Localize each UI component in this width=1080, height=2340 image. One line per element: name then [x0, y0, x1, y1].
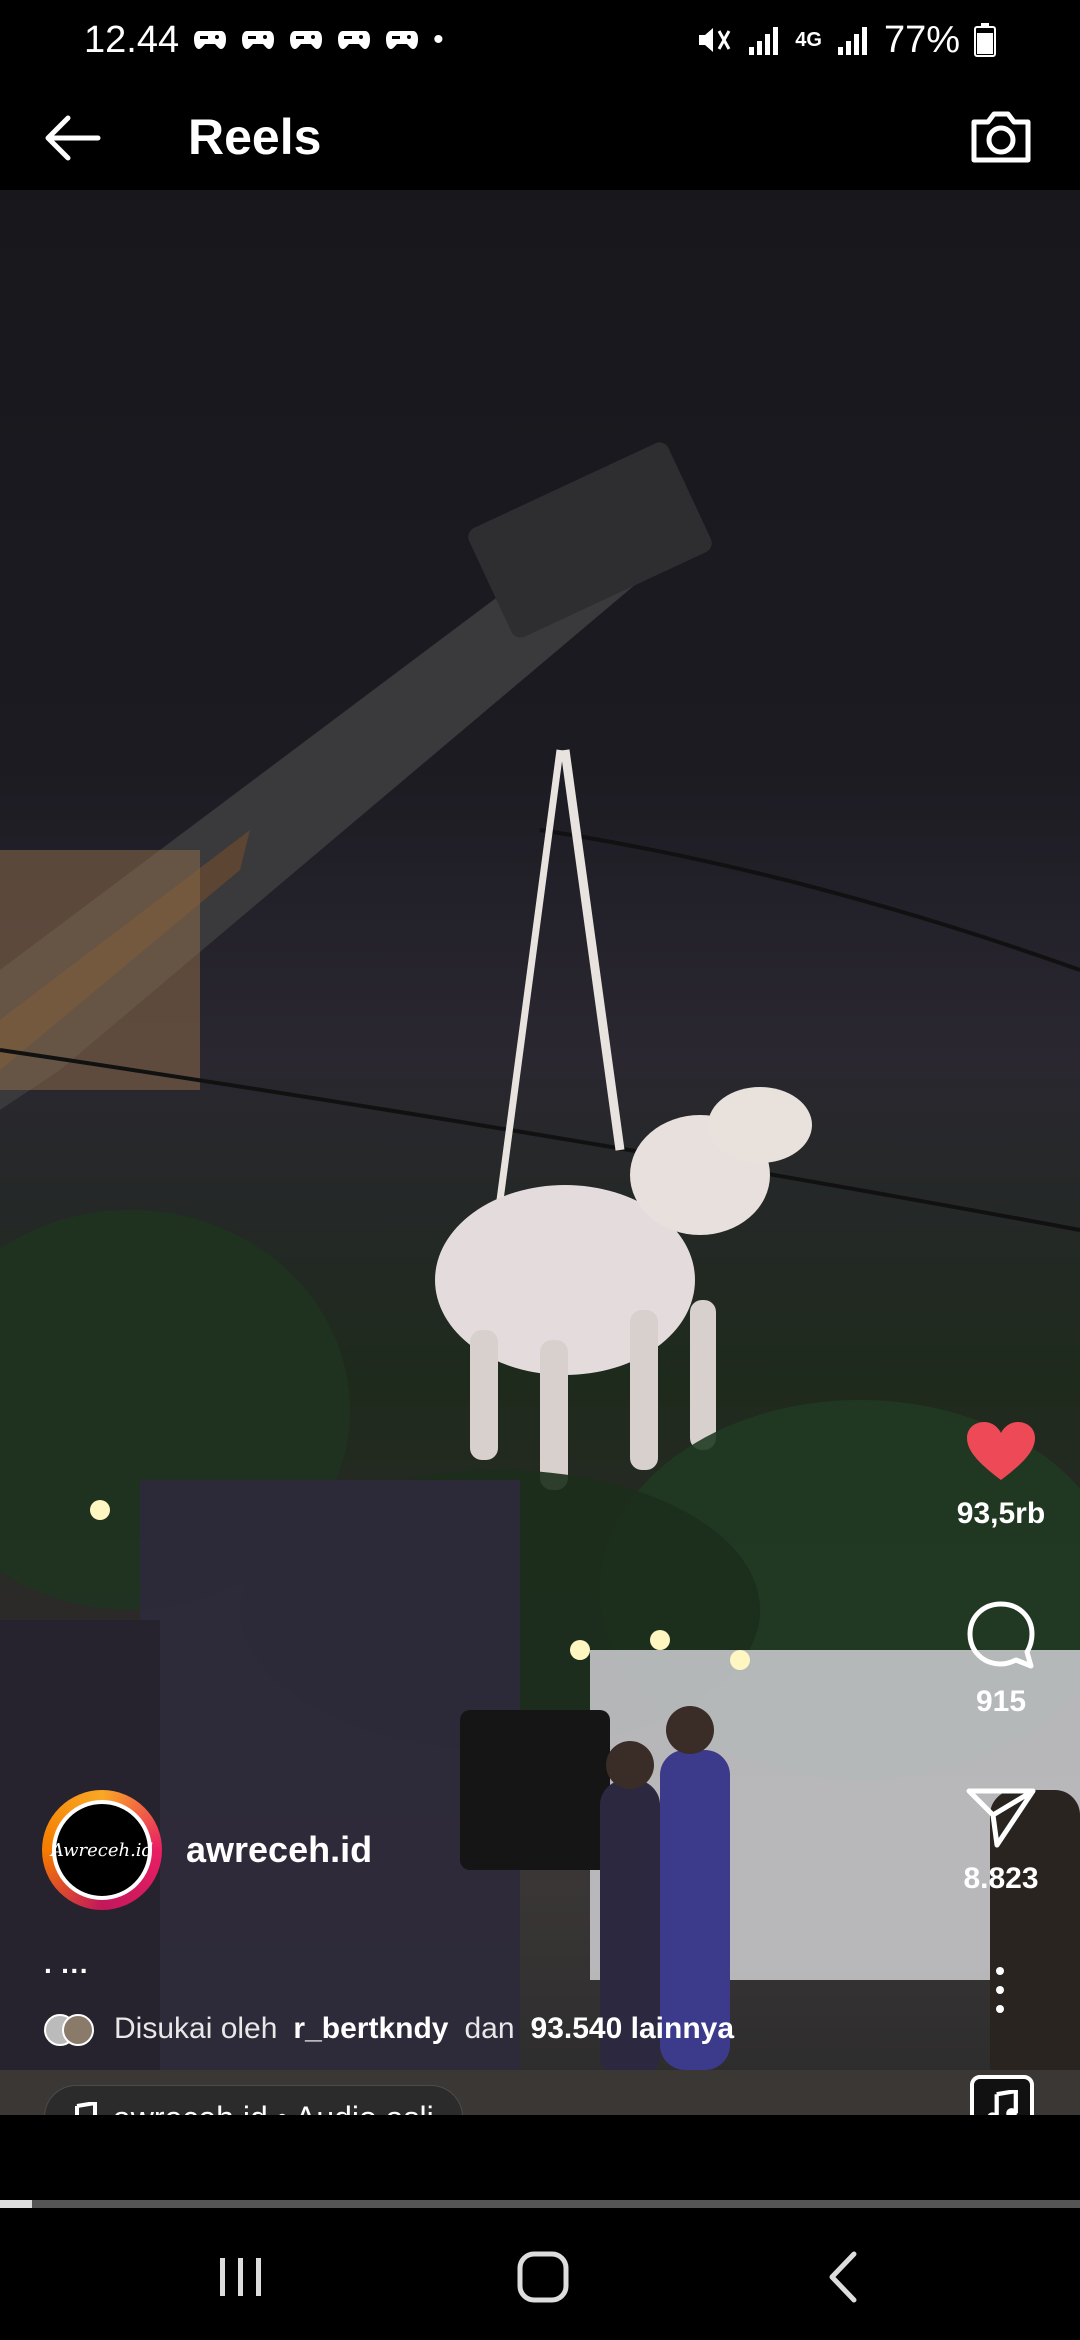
signal-icon — [749, 27, 779, 55]
share-action: 8.823 — [946, 1785, 1056, 1896]
avatar-ring[interactable]: Awreceh.id — [42, 1790, 162, 1910]
username[interactable]: awreceh.id — [186, 1829, 372, 1871]
liked-by-row[interactable]: Disukai oleh r_bertkndy dan 93.540 lainn… — [44, 2012, 734, 2046]
game-controller-icon — [386, 31, 419, 49]
avatar: Awreceh.id — [51, 1800, 153, 1900]
network-type: 4G — [795, 28, 822, 51]
liked-by-prefix: Disukai oleh — [114, 2012, 278, 2045]
caption-more[interactable]: · ··· — [44, 1955, 89, 1987]
recent-apps-icon[interactable] — [206, 2242, 276, 2312]
bottom-strip — [0, 2115, 1080, 2210]
status-bar: 12.44 • 4G 77% — [0, 0, 1080, 80]
like-count: 93,5rb — [956, 1497, 1046, 1530]
like-action: 93,5rb — [946, 1420, 1056, 1531]
video-progress-bar[interactable] — [0, 2200, 1080, 2208]
mute-icon — [699, 28, 731, 52]
author-row: Awreceh.id awreceh.id — [42, 1790, 372, 1910]
more-options-icon[interactable] — [990, 1965, 1010, 2015]
system-nav-bar — [0, 2210, 1080, 2340]
send-icon[interactable] — [965, 1785, 1037, 1849]
signal-icon — [837, 27, 867, 55]
notification-dot-icon: • — [433, 23, 444, 56]
game-controller-icon — [242, 31, 275, 49]
heart-icon[interactable] — [965, 1420, 1037, 1484]
comment-count: 915 — [975, 1685, 1027, 1718]
game-controller-icon — [194, 31, 227, 49]
status-right: 4G 77% — [695, 19, 996, 62]
video-progress-fill — [0, 2200, 33, 2208]
page-title: Reels — [188, 109, 322, 165]
top-bar: Reels — [0, 80, 1080, 190]
comment-action: 915 — [946, 1600, 1056, 1719]
battery-percent: 77% — [883, 18, 960, 61]
liked-by-user[interactable]: r_bertkndy — [293, 2012, 448, 2046]
home-icon[interactable] — [508, 2242, 578, 2312]
status-time: 12.44 — [84, 18, 180, 61]
status-left: 12.44 • — [84, 19, 444, 62]
back-arrow-icon[interactable] — [40, 106, 104, 170]
game-controller-icon — [338, 31, 371, 49]
back-nav-icon[interactable] — [810, 2242, 880, 2312]
liked-by-avatars — [44, 2014, 98, 2046]
game-controller-icon — [290, 31, 323, 49]
battery-icon — [974, 23, 996, 57]
liker-avatar — [62, 2014, 94, 2046]
camera-icon[interactable] — [966, 102, 1036, 172]
comment-icon[interactable] — [965, 1600, 1037, 1672]
liked-by-middle: dan — [464, 2012, 515, 2045]
share-count: 8.823 — [963, 1862, 1039, 1895]
liked-by-count[interactable]: 93.540 lainnya — [531, 2012, 734, 2046]
